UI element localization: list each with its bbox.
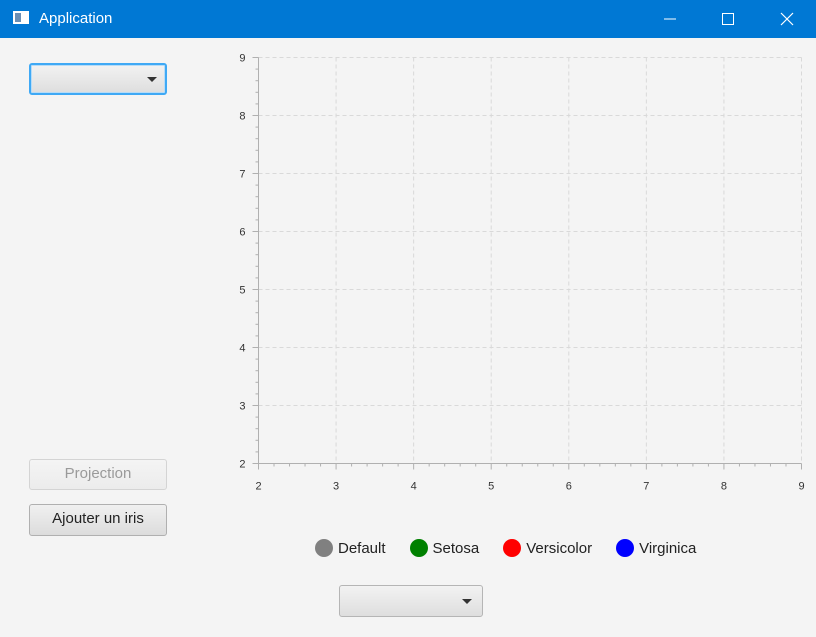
legend-item-versicolor: Versicolor [503,539,592,557]
legend-marker [616,539,635,557]
x-tick-label: 4 [411,481,417,493]
legend-marker [503,539,522,557]
legend-item-default: Default [315,539,386,557]
x-tick-label: 9 [798,481,804,493]
legend-marker [409,539,428,557]
x-tick-label: 8 [721,481,727,493]
x-tick-label: 5 [488,481,494,493]
y-tick-label: 2 [239,459,245,471]
y-tick-label: 6 [239,227,245,239]
x-tick-label: 3 [333,481,339,493]
x-tick-label: 6 [566,481,572,493]
chevron-down-icon [462,599,472,604]
legend-marker [315,539,333,557]
chart-legend: Default Setosa Versicolor Virginica [315,537,696,559]
legend-label: Setosa [432,539,480,557]
y-tick-label: 4 [239,343,245,355]
y-tick-label: 7 [239,169,245,181]
bottom-combo-box[interactable] [339,585,483,617]
x-tick-label: 2 [255,481,261,493]
y-tick-label: 9 [239,53,245,65]
application-window: Application 2345678923456789 Projection … [0,0,816,637]
y-tick-label: 3 [239,401,245,413]
legend-item-setosa: Setosa [409,539,480,557]
legend-label: Versicolor [526,539,593,557]
legend-label: Virginica [639,539,697,557]
legend-item-virginica: Virginica [616,539,696,557]
y-tick-label: 8 [239,111,245,123]
x-tick-label: 7 [643,481,649,493]
y-tick-label: 5 [239,285,245,297]
add-iris-button[interactable]: Ajouter un iris [29,504,167,536]
legend-label: Default [338,539,386,557]
projection-button[interactable]: Projection [29,459,167,490]
